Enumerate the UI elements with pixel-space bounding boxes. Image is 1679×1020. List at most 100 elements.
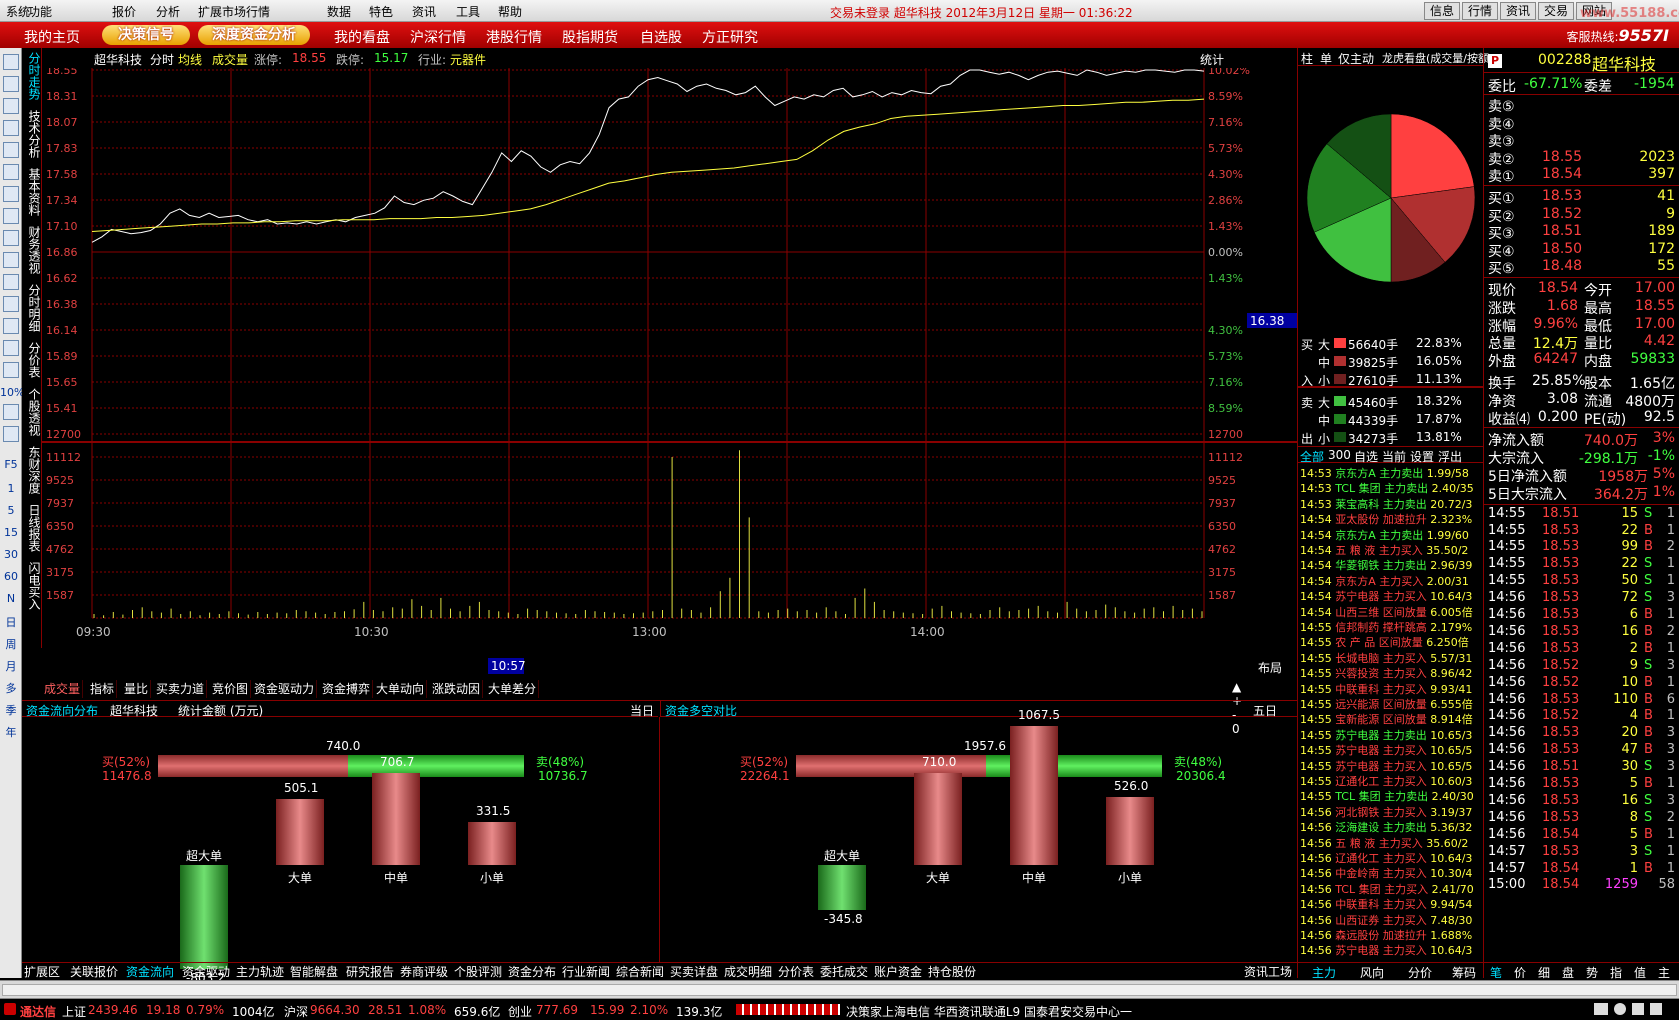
btab-industry-news[interactable]: 行业新闻 bbox=[562, 964, 610, 980]
alert-row[interactable]: 14:55 兴蓉投资 主力买入 8.96/42 bbox=[1300, 666, 1472, 681]
nav-hk-market[interactable]: 港股行情 bbox=[486, 27, 542, 47]
mid-tab-single[interactable]: 单 bbox=[1320, 50, 1332, 67]
period-15min[interactable]: 15 bbox=[0, 526, 22, 539]
menu-info[interactable]: 资讯 bbox=[412, 3, 436, 20]
btab-research[interactable]: 研究报告 bbox=[346, 964, 394, 980]
decision-signal-button[interactable]: 决策信号 bbox=[102, 25, 190, 45]
quote-btab[interactable]: 细 bbox=[1538, 964, 1550, 981]
alert-row[interactable]: 14:55 中联重科 主力买入 9.93/41 bbox=[1300, 682, 1472, 697]
alert-row[interactable]: 14:55 TCL 集团 主力卖出 2.40/30 bbox=[1300, 789, 1474, 804]
nav-my-home[interactable]: 我的主页 bbox=[24, 27, 80, 47]
quote-btab[interactable]: 值 bbox=[1634, 964, 1646, 981]
layout-button[interactable]: 布局 bbox=[1258, 661, 1282, 675]
btab-broker-rating[interactable]: 券商评级 bbox=[400, 964, 448, 980]
btab-smart-analysis[interactable]: 智能解盘 bbox=[290, 964, 338, 980]
menu-tools[interactable]: 工具 bbox=[456, 3, 480, 20]
alert-row[interactable]: 14:56 山西证券 主力买入 7.48/30 bbox=[1300, 913, 1472, 928]
vtab-daily-report[interactable]: 日线报表 bbox=[24, 504, 41, 552]
alert-row[interactable]: 14:54 京东方A 主力买入 2.00/31 bbox=[1300, 574, 1469, 589]
quote-btab[interactable]: 势 bbox=[1586, 964, 1598, 981]
toolbar-icon[interactable] bbox=[3, 54, 19, 70]
alert-row[interactable]: 14:55 信邦制药 撑杆跳高 2.179% bbox=[1300, 620, 1472, 635]
alert-tab-watchlist[interactable]: 自选 bbox=[1354, 448, 1378, 465]
btab-related-quote[interactable]: 关联报价 bbox=[70, 964, 118, 980]
subtab-buy-sell-power[interactable]: 买卖力道 bbox=[154, 680, 208, 698]
p-icon[interactable]: P bbox=[1488, 54, 1502, 68]
btab-trade-detail[interactable]: 成交明细 bbox=[724, 964, 772, 980]
mid-btab-wind[interactable]: 风向 bbox=[1360, 964, 1384, 981]
sz-label[interactable]: 沪深 bbox=[284, 1003, 308, 1020]
toolbar-icon[interactable] bbox=[3, 252, 19, 268]
period-n[interactable]: N bbox=[0, 592, 22, 605]
btab-order-detail[interactable]: 买卖详盘 bbox=[670, 964, 718, 980]
alert-row[interactable]: 14:55 宝新能源 区间放量 8.914倍 bbox=[1300, 712, 1473, 727]
menu-function[interactable]: 功能 bbox=[28, 3, 52, 20]
toolbar-icon[interactable] bbox=[3, 164, 19, 180]
alert-row[interactable]: 14:54 苏宁电器 主力买入 10.64/3 bbox=[1300, 589, 1472, 604]
alert-tab-settings[interactable]: 设置 bbox=[1410, 448, 1434, 465]
mid-btab-price[interactable]: 分价 bbox=[1408, 964, 1432, 981]
alert-row[interactable]: 14:56 河北钢铁 主力买入 3.19/37 bbox=[1300, 805, 1472, 820]
alert-tab-current[interactable]: 当前 bbox=[1382, 448, 1406, 465]
chart-mode[interactable]: 分时 bbox=[150, 51, 174, 68]
bid-price[interactable]: 18.48 bbox=[1542, 258, 1582, 274]
bid-price[interactable]: 18.50 bbox=[1542, 241, 1582, 257]
mid-tab-active-only[interactable]: 仅主动 bbox=[1338, 50, 1374, 67]
top-button-info[interactable]: 信息 bbox=[1424, 2, 1461, 20]
search-icon[interactable] bbox=[3, 274, 19, 290]
chart-line-icon[interactable] bbox=[3, 98, 19, 114]
pencil-icon[interactable] bbox=[3, 426, 19, 442]
subtab-big-order-diff[interactable]: 大单差分 bbox=[486, 680, 540, 698]
deep-fund-analysis-button[interactable]: 深度资金分析 bbox=[198, 25, 310, 45]
cy-label[interactable]: 创业 bbox=[508, 1003, 532, 1020]
bid-price[interactable]: 18.52 bbox=[1542, 206, 1582, 222]
alert-tab-all[interactable]: 全部 bbox=[1300, 448, 1324, 465]
ask-price[interactable]: 18.54 bbox=[1542, 166, 1582, 182]
alert-row[interactable]: 14:55 辽通化工 主力买入 10.60/3 bbox=[1300, 774, 1472, 789]
quote-btab[interactable]: 笔 bbox=[1490, 964, 1502, 981]
lock-icon[interactable] bbox=[1614, 1003, 1626, 1015]
toolbar-icon[interactable] bbox=[3, 76, 19, 92]
alert-tab-300[interactable]: 300 bbox=[1328, 448, 1351, 462]
toolbar-icon[interactable] bbox=[3, 208, 19, 224]
alert-row[interactable]: 14:55 长城电脑 主力买入 5.57/31 bbox=[1300, 651, 1472, 666]
btab-general-news[interactable]: 综合新闻 bbox=[616, 964, 664, 980]
mail-icon[interactable] bbox=[1594, 1003, 1608, 1015]
period-60min[interactable]: 60 bbox=[0, 570, 22, 583]
alert-row[interactable]: 14:54 亚太股份 加速拉升 2.323% bbox=[1300, 512, 1472, 527]
toolbar-icon[interactable] bbox=[3, 404, 19, 420]
menu-help[interactable]: 帮助 bbox=[498, 3, 522, 20]
settings-icon[interactable] bbox=[1650, 1003, 1662, 1015]
alert-row[interactable]: 14:56 辽通化工 主力买入 10.64/3 bbox=[1300, 851, 1472, 866]
nav-founder-research[interactable]: 方正研究 bbox=[702, 27, 758, 47]
vtab-fundamentals[interactable]: 基本资料 bbox=[24, 168, 41, 216]
candlestick-icon[interactable] bbox=[3, 120, 19, 136]
btab-fund-flow[interactable]: 资金流向 bbox=[126, 964, 174, 980]
subtab-big-order[interactable]: 大单动向 bbox=[374, 680, 428, 698]
btab-fund-distribution[interactable]: 资金分布 bbox=[508, 964, 556, 980]
btab-price-table[interactable]: 分价表 bbox=[778, 964, 814, 980]
btab-info-workshop[interactable]: 资讯工场 bbox=[1244, 964, 1292, 980]
subtab-volume[interactable]: 成交量 bbox=[42, 680, 84, 698]
btab-fund-drive[interactable]: 资金驱动 bbox=[182, 964, 230, 980]
toolbar-icon[interactable] bbox=[3, 318, 19, 334]
period-month[interactable]: 月 bbox=[0, 658, 22, 674]
menu-data[interactable]: 数据 bbox=[327, 3, 351, 20]
alert-row[interactable]: 14:53 莱宝高科 主力卖出 20.72/3 bbox=[1300, 497, 1472, 512]
alert-tab-float[interactable]: 浮出 bbox=[1438, 448, 1462, 465]
nav-sh-sz-market[interactable]: 沪深行情 bbox=[410, 27, 466, 47]
alert-row[interactable]: 14:55 远兴能源 区间放量 6.555倍 bbox=[1300, 697, 1473, 712]
alert-row[interactable]: 14:56 中金岭南 主力买入 10.30/4 bbox=[1300, 866, 1472, 881]
quote-btab[interactable]: 主 bbox=[1658, 964, 1670, 981]
alert-row[interactable]: 14:56 中联重科 主力买入 9.94/54 bbox=[1300, 897, 1472, 912]
mid-tab-dragon-tiger[interactable]: 龙虎看盘(成交量/按额) bbox=[1382, 50, 1493, 66]
toolbar-icon[interactable] bbox=[3, 362, 19, 378]
toolbar-icon[interactable] bbox=[3, 230, 19, 246]
vtab-trade-detail[interactable]: 分时明细 bbox=[24, 284, 41, 332]
subtab-fund-game[interactable]: 资金搏弈 bbox=[320, 680, 374, 698]
server-list[interactable]: 决策家上海电信 华西资讯联通L9 国泰君安交易中心一 bbox=[846, 1003, 1132, 1020]
quote-btab[interactable]: 价 bbox=[1514, 964, 1526, 981]
nav-watchlist[interactable]: 自选股 bbox=[640, 27, 682, 47]
subtab-auction[interactable]: 竞价图 bbox=[210, 680, 252, 698]
period-multi[interactable]: 多 bbox=[0, 680, 22, 696]
